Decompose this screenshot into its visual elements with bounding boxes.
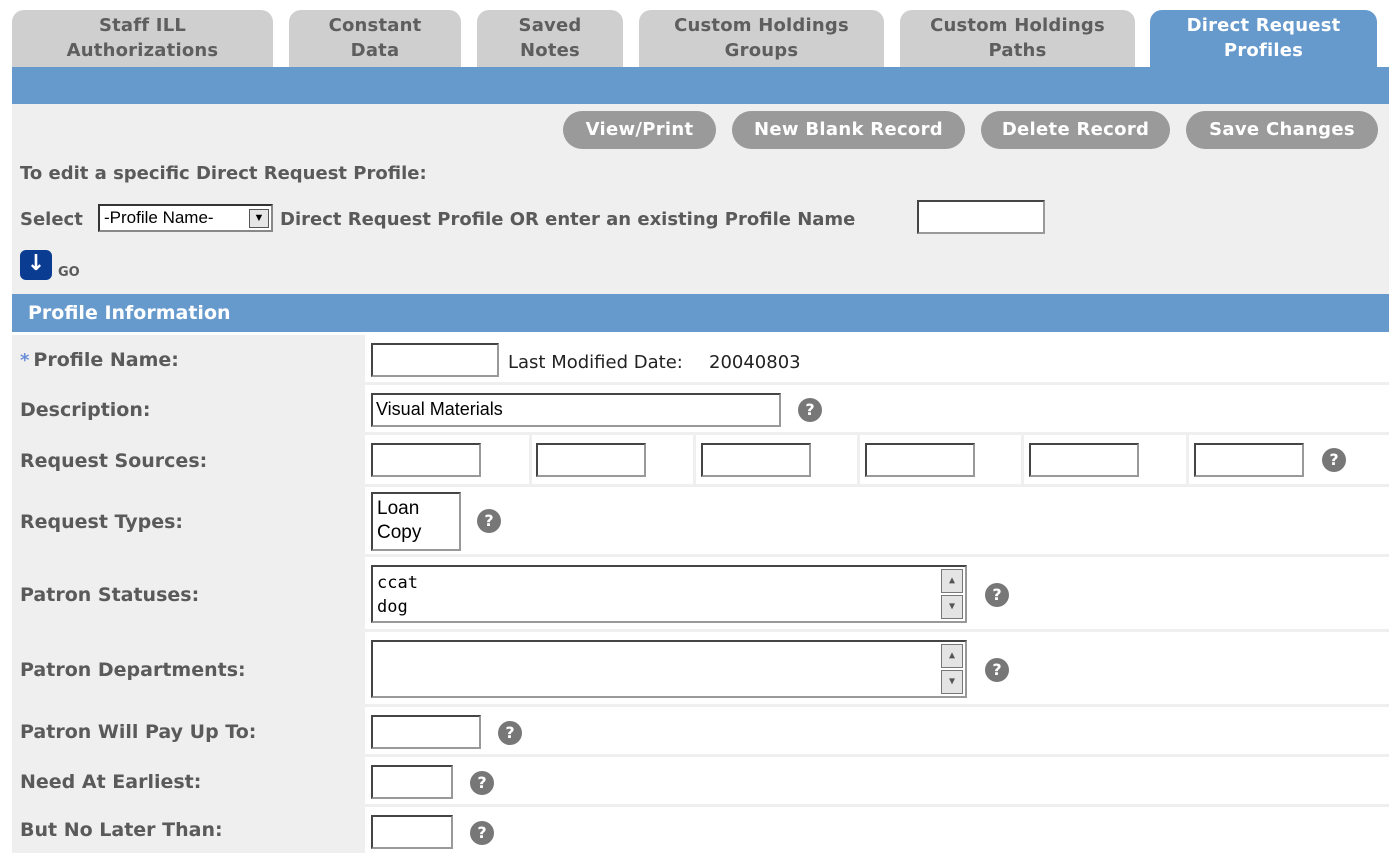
- no-later-than-label-text: But No Later Than:: [20, 819, 223, 841]
- need-at-earliest-input[interactable]: [371, 765, 453, 799]
- need-at-earliest-row: [365, 757, 1389, 807]
- help-icon[interactable]: ?: [798, 398, 822, 422]
- help-icon[interactable]: ?: [1322, 448, 1346, 472]
- no-later-than-label: But No Later Than:: [12, 807, 365, 853]
- request-types-label-text: Request Types:: [20, 511, 184, 533]
- text-line: dog: [377, 597, 408, 617]
- list-item[interactable]: Copy: [377, 521, 455, 545]
- request-sources-label-text: Request Sources:: [20, 450, 208, 472]
- patron-will-pay-label: Patron Will Pay Up To:: [12, 707, 365, 757]
- request-sources-label: Request Sources:: [12, 435, 365, 487]
- cell-divider: [1186, 435, 1189, 484]
- profile-select-value: -Profile Name-: [104, 208, 214, 227]
- tab-custom-holdings-paths[interactable]: Custom Holdings Paths: [900, 10, 1135, 68]
- cell-divider: [1021, 435, 1024, 484]
- help-icon[interactable]: ?: [985, 658, 1009, 682]
- go-label: GO: [58, 265, 80, 280]
- profile-name-select[interactable]: -Profile Name- ▼: [98, 204, 273, 232]
- tab-custom-holdings-groups[interactable]: Custom Holdings Groups: [639, 10, 884, 68]
- request-source-input-5[interactable]: [1029, 443, 1139, 477]
- description-input[interactable]: Visual Materials: [371, 393, 781, 427]
- last-modified-date: 20040803: [709, 352, 801, 373]
- delete-record-button[interactable]: Delete Record: [981, 111, 1170, 149]
- profile-information-header: Profile Information: [12, 294, 1389, 332]
- need-at-earliest-label-text: Need At Earliest:: [20, 771, 202, 793]
- help-icon[interactable]: ?: [470, 771, 494, 795]
- tab-content-bar: [12, 67, 1389, 104]
- chevron-down-icon[interactable]: ▼: [249, 209, 269, 228]
- required-icon: *: [20, 349, 30, 371]
- request-types-label: Request Types:: [12, 487, 365, 557]
- arrow-down-icon: ↓: [26, 251, 46, 276]
- patron-departments-label-text: Patron Departments:: [20, 658, 246, 681]
- patron-will-pay-input[interactable]: [371, 715, 481, 749]
- request-source-input-2[interactable]: [536, 443, 646, 477]
- patron-statuses-label-text: Patron Statuses:: [20, 583, 200, 606]
- help-icon[interactable]: ?: [498, 721, 522, 745]
- request-source-input-3[interactable]: [701, 443, 811, 477]
- patron-will-pay-label-text: Patron Will Pay Up To:: [20, 721, 257, 743]
- patron-statuses-label: Patron Statuses:: [12, 557, 365, 632]
- select-suffix-text: Direct Request Profile OR enter an exist…: [280, 209, 856, 230]
- tab-bar: Staff ILL Authorizations Constant Data S…: [12, 10, 1389, 68]
- go-button[interactable]: ↓: [20, 250, 52, 280]
- scroll-up-icon[interactable]: ▲: [941, 569, 963, 593]
- request-types-row: [365, 487, 1389, 557]
- edit-instruction: To edit a specific Direct Request Profil…: [20, 163, 427, 184]
- request-source-input-4[interactable]: [865, 443, 975, 477]
- need-at-earliest-label: Need At Earliest:: [12, 757, 365, 807]
- list-item[interactable]: Loan: [377, 497, 455, 521]
- request-source-input-6[interactable]: [1194, 443, 1304, 477]
- help-icon[interactable]: ?: [985, 583, 1009, 607]
- request-source-input-1[interactable]: [371, 443, 481, 477]
- new-blank-record-button[interactable]: New Blank Record: [732, 111, 965, 149]
- tab-direct-request-profiles[interactable]: Direct Request Profiles: [1150, 10, 1377, 68]
- scroll-down-icon[interactable]: ▼: [941, 670, 963, 694]
- tab-staff-ill-authorizations[interactable]: Staff ILL Authorizations: [12, 10, 273, 68]
- scroll-up-icon[interactable]: ▲: [941, 644, 963, 668]
- request-types-listbox[interactable]: Loan Copy: [371, 492, 461, 551]
- last-modified-label: Last Modified Date:: [508, 352, 683, 373]
- no-later-than-row: [365, 807, 1389, 853]
- help-icon[interactable]: ?: [477, 509, 501, 533]
- profile-name-label-cell: * Profile Name:: [12, 335, 365, 385]
- help-icon[interactable]: ?: [470, 821, 494, 845]
- cell-divider: [529, 435, 532, 484]
- cell-divider: [857, 435, 860, 484]
- cell-divider: [693, 435, 696, 484]
- scroll-down-icon[interactable]: ▼: [941, 595, 963, 619]
- profile-name-input[interactable]: [371, 343, 499, 377]
- no-later-than-input[interactable]: [371, 815, 453, 849]
- tab-saved-notes[interactable]: Saved Notes: [477, 10, 623, 68]
- description-label: Description:: [12, 385, 365, 435]
- save-changes-button[interactable]: Save Changes: [1186, 111, 1378, 149]
- tab-constant-data[interactable]: Constant Data: [289, 10, 461, 68]
- existing-profile-name-input[interactable]: [917, 200, 1045, 234]
- patron-statuses-textarea[interactable]: ccat dog ▲ ▼: [371, 565, 967, 623]
- select-label: Select: [20, 209, 83, 230]
- profile-name-label: Profile Name:: [33, 349, 179, 371]
- view-print-button[interactable]: View/Print: [563, 111, 716, 149]
- patron-departments-label: Patron Departments:: [12, 632, 365, 707]
- patron-departments-textarea[interactable]: ▲ ▼: [371, 640, 967, 698]
- description-label-text: Description:: [20, 399, 151, 421]
- text-line: ccat: [377, 573, 418, 593]
